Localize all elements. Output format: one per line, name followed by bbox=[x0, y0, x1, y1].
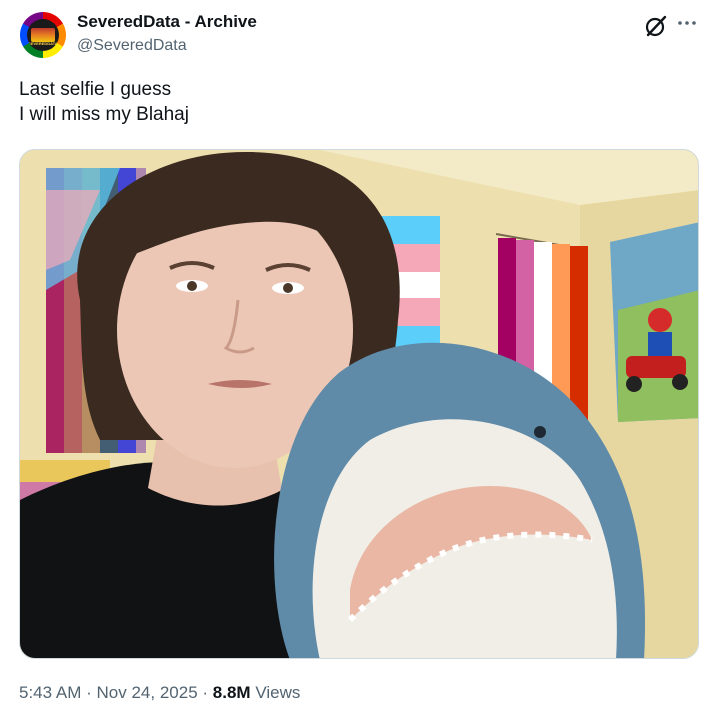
more-options-icon[interactable] bbox=[676, 16, 698, 30]
post-text: Last selfie I guess I will miss my Blaha… bbox=[19, 77, 189, 127]
game-poster bbox=[610, 222, 698, 422]
views-count: 8.8M bbox=[212, 683, 251, 702]
selfie-illustration bbox=[20, 150, 698, 658]
meta-separator: · bbox=[86, 683, 92, 702]
post-photo[interactable] bbox=[19, 149, 699, 659]
avatar[interactable]: SEVEREDDATA bbox=[20, 12, 66, 58]
meta-separator: · bbox=[202, 683, 209, 702]
author-handle[interactable]: @SeveredData bbox=[77, 37, 187, 55]
author-display-name[interactable]: SeveredData - Archive bbox=[77, 12, 257, 32]
post-text-line: Last selfie I guess bbox=[19, 79, 172, 100]
views-label: Views bbox=[255, 683, 301, 702]
tweet-card: SEVEREDDATA SeveredData - Archive @Sever… bbox=[0, 0, 716, 724]
post-time[interactable]: 5:43 AM bbox=[19, 683, 81, 702]
post-text-line: I will miss my Blahaj bbox=[19, 104, 189, 125]
avatar-inner: SEVEREDDATA bbox=[27, 19, 59, 51]
avatar-label: SEVEREDDATA bbox=[28, 41, 58, 46]
grok-icon[interactable] bbox=[644, 14, 668, 38]
post-date[interactable]: Nov 24, 2025 bbox=[97, 683, 198, 702]
post-meta: 5:43 AM · Nov 24, 2025 · 8.8M Views bbox=[19, 683, 300, 703]
avatar-art bbox=[31, 28, 55, 42]
